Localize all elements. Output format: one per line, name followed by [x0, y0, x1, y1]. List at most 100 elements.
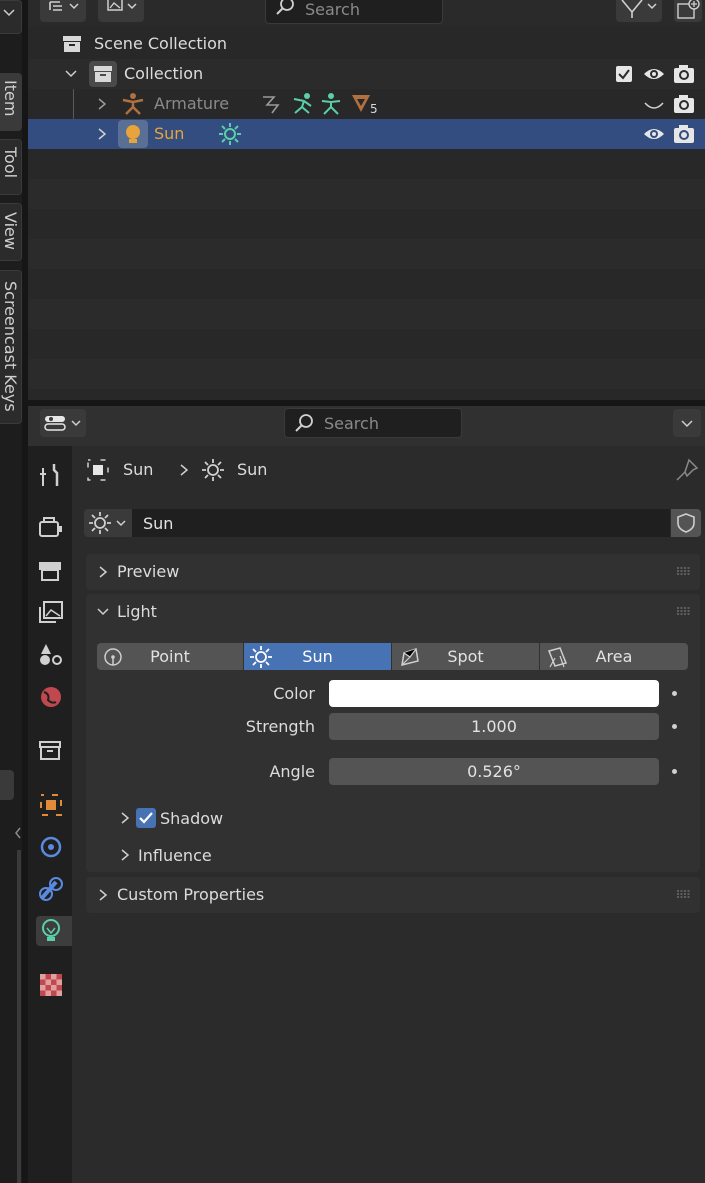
collection-icon: [89, 61, 117, 87]
tab-view-layer[interactable]: [36, 598, 66, 628]
keyframe-dot[interactable]: [672, 691, 677, 696]
tab-screencast-keys[interactable]: Screencast Keys: [0, 270, 22, 424]
tab-tool[interactable]: Tool: [0, 139, 22, 195]
tab-texture[interactable]: [36, 970, 66, 1000]
light-type-sun[interactable]: Sun: [244, 643, 391, 670]
dropdown-tab[interactable]: [0, 0, 22, 34]
outliner-row-collection[interactable]: Collection: [28, 59, 705, 89]
drag-handle-icon[interactable]: [676, 607, 692, 615]
light-datablock-browse[interactable]: [84, 509, 132, 537]
light-type-label: Point: [150, 647, 190, 666]
light-type-point[interactable]: Point: [97, 643, 243, 670]
subpanel-influence[interactable]: Influence: [112, 840, 692, 872]
drag-handle-icon[interactable]: [676, 890, 692, 898]
outliner-row-label: Armature: [154, 94, 230, 113]
datablock-name-field[interactable]: Sun: [132, 509, 670, 537]
chevron-right-icon: [121, 849, 130, 861]
constraints-icon: [39, 877, 63, 901]
color-swatch[interactable]: [329, 680, 659, 707]
image-stack-icon: [39, 601, 63, 623]
tab-constraints[interactable]: [36, 874, 66, 904]
keyframe-dot[interactable]: [672, 769, 677, 774]
light-type-spot[interactable]: Spot: [392, 643, 539, 670]
camera-icon[interactable]: [673, 64, 695, 84]
options-dropdown[interactable]: [673, 409, 701, 437]
outliner-row-sun[interactable]: Sun: [28, 119, 705, 149]
world-icon: [41, 687, 61, 707]
tab-item[interactable]: Item: [0, 73, 22, 131]
tab-collection[interactable]: [36, 736, 66, 766]
empty-row: [28, 299, 705, 329]
tab-object[interactable]: [36, 790, 66, 820]
tab-render[interactable]: [36, 512, 66, 542]
light-type-label: Sun: [302, 647, 333, 666]
editor-type-dropdown[interactable]: [40, 409, 86, 437]
breadcrumb-data: Sun: [237, 460, 268, 479]
light-type-label: Area: [595, 647, 633, 666]
tab-tool-settings[interactable]: [36, 460, 66, 490]
properties-search-input[interactable]: Search: [284, 408, 462, 438]
outliner-search-input[interactable]: Search: [265, 0, 443, 24]
fake-user-button[interactable]: [671, 509, 701, 537]
collection-box-icon: [39, 741, 61, 760]
chevron-right-icon[interactable]: [96, 127, 108, 141]
outliner-row-scene-collection[interactable]: Scene Collection: [28, 29, 705, 59]
display-mode-dropdown[interactable]: [40, 0, 86, 22]
breadcrumb: Sun Sun: [86, 456, 686, 484]
outliner-row-armature[interactable]: Armature 5: [28, 89, 705, 149]
keyframe-dot[interactable]: [672, 724, 677, 729]
tab-view[interactable]: View: [0, 203, 22, 261]
eye-icon[interactable]: [642, 124, 666, 144]
filter-display-dropdown[interactable]: [98, 0, 144, 22]
drag-handle-icon[interactable]: [676, 567, 692, 575]
eye-icon[interactable]: [642, 64, 666, 84]
pin-icon[interactable]: [675, 458, 699, 482]
tab-light-data[interactable]: [36, 916, 72, 946]
tab-view-label: View: [1, 212, 20, 250]
outliner-row-label: Scene Collection: [94, 34, 228, 53]
search-icon: [276, 0, 294, 15]
tab-output[interactable]: [36, 556, 66, 586]
pose-bone-icon: [293, 93, 312, 114]
tab-world[interactable]: [36, 682, 66, 712]
physics-icon: [40, 836, 62, 858]
armature-icon: [122, 93, 144, 115]
angle-label: Angle: [269, 762, 315, 781]
search-placeholder: Search: [305, 0, 360, 19]
area-light-icon: [547, 647, 568, 668]
light-type-area[interactable]: Area: [540, 643, 688, 670]
chevron-down-icon[interactable]: [96, 606, 110, 618]
chevron-left-icon[interactable]: [14, 826, 22, 840]
render-camera-icon: [39, 517, 62, 537]
collapsed-panel-handle[interactable]: [0, 770, 14, 800]
empty-row: [28, 239, 705, 269]
chevron-right-icon: [121, 812, 130, 824]
camera-icon[interactable]: [673, 124, 695, 144]
sidebar-tab-strip: Item Tool View Screencast Keys: [0, 0, 22, 1183]
filter-dropdown[interactable]: [616, 0, 662, 22]
camera-icon[interactable]: [673, 94, 695, 114]
spot-light-icon: [401, 648, 419, 667]
angle-field[interactable]: 0.526°: [329, 758, 659, 785]
light-type-label: Spot: [447, 647, 484, 666]
tab-physics[interactable]: [36, 832, 66, 862]
panel-preview[interactable]: Preview: [86, 554, 700, 590]
empty-row: [28, 359, 705, 389]
chevron-down-icon[interactable]: [64, 67, 78, 81]
sun-light-data-icon: [219, 123, 241, 145]
mesh-data-icon: [352, 95, 370, 112]
scrollbar[interactable]: [17, 850, 21, 1183]
tab-scene[interactable]: [36, 640, 66, 670]
subpanel-shadow[interactable]: Shadow: [112, 802, 692, 834]
search-icon: [295, 414, 313, 432]
eye-closed-icon[interactable]: [642, 95, 666, 115]
strength-field[interactable]: 1.000: [329, 713, 659, 740]
pose-icon: [321, 93, 341, 115]
chevron-right-icon[interactable]: [96, 97, 108, 111]
checkbox-icon[interactable]: [616, 66, 632, 82]
shadow-checkbox[interactable]: [136, 808, 156, 828]
new-collection-button[interactable]: [674, 0, 702, 22]
light-object-icon: [118, 120, 148, 148]
sun-icon: [202, 459, 224, 481]
panel-custom-properties[interactable]: Custom Properties: [86, 877, 700, 913]
